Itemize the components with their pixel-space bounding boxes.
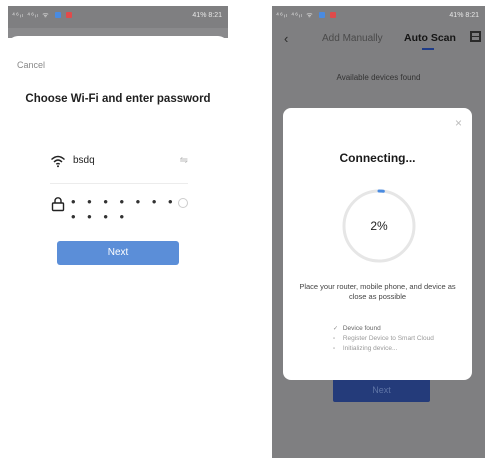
signal-indicators: ⁴⁶ᵢₗ ⁴⁶ᵢₗ ᯤ: [276, 11, 336, 20]
divider: [50, 183, 188, 184]
available-devices-label: Available devices found: [336, 73, 421, 82]
next-button[interactable]: Next: [333, 378, 430, 402]
wifi-name-field[interactable]: bsdq ⇋: [50, 151, 188, 173]
close-icon[interactable]: ×: [455, 116, 462, 130]
step-label: Register Device to Smart Cloud: [342, 335, 434, 342]
tab-auto-scan[interactable]: Auto Scan: [404, 32, 456, 44]
connecting-dialog: × Connecting... 2% Place your router, mo…: [283, 108, 472, 380]
wifi-icon: [51, 155, 65, 168]
back-arrow-icon[interactable]: ‹: [284, 31, 288, 46]
step-label: Device found: [342, 325, 381, 332]
password-value: • • • • • • • • • • •: [71, 194, 177, 224]
notification-icon: [329, 12, 336, 19]
check-icon: ✓: [333, 326, 339, 332]
wifi-name-value: bsdq: [73, 155, 95, 166]
status-right: 41% 8:21: [192, 12, 222, 19]
progress-percent: 2%: [370, 219, 388, 233]
dialog-title: Connecting...: [339, 151, 416, 165]
right-phone-screen: ⁴⁶ᵢₗ ⁴⁶ᵢₗ ᯤ 41% 8:21 ‹ Add Manually Auto…: [272, 6, 485, 458]
pending-icon: ▫: [333, 346, 336, 352]
signal-indicators: ⁴⁶ᵢₗ ⁴⁶ᵢₗ ᯤ: [12, 11, 72, 20]
step-label: Initializing device...: [342, 345, 398, 352]
notification-icon: [65, 12, 72, 19]
step-item: ▫ Initializing device...: [333, 345, 397, 352]
status-bar: ⁴⁶ᵢₗ ⁴⁶ᵢₗ ᯤ 41% 8:21: [272, 6, 485, 28]
show-password-icon[interactable]: [178, 198, 188, 208]
status-bar: ⁴⁶ᵢₗ ⁴⁶ᵢₗ ᯤ 41% 8:21: [8, 6, 228, 28]
active-tab-indicator: [422, 48, 434, 50]
battery-percent: 41%: [192, 12, 207, 19]
status-right: 41% 8:21: [449, 12, 479, 19]
cancel-button[interactable]: Cancel: [17, 60, 45, 70]
notification-icon: [318, 12, 325, 19]
lock-icon: [51, 197, 65, 212]
clock: 8:21: [465, 12, 479, 19]
page-title: Choose Wi-Fi and enter password: [25, 93, 211, 105]
left-phone-screen: ⁴⁶ᵢₗ ⁴⁶ᵢₗ ᯤ 41% 8:21 Cancel Choose Wi-Fi…: [8, 6, 228, 458]
password-field[interactable]: • • • • • • • • • • •: [50, 194, 188, 224]
instruction-text: Place your router, mobile phone, and dev…: [299, 282, 456, 301]
notification-icon: [54, 12, 61, 19]
tab-add-manually[interactable]: Add Manually: [322, 33, 383, 44]
battery-percent: 41%: [449, 12, 464, 19]
scan-icon[interactable]: [470, 31, 481, 42]
switch-network-icon[interactable]: ⇋: [180, 155, 188, 166]
clock: 8:21: [208, 12, 222, 19]
next-button[interactable]: Next: [57, 241, 179, 265]
step-item: ✓ Device found: [333, 325, 381, 332]
step-item: ▫ Register Device to Smart Cloud: [333, 335, 434, 342]
pending-icon: ▫: [333, 336, 336, 342]
